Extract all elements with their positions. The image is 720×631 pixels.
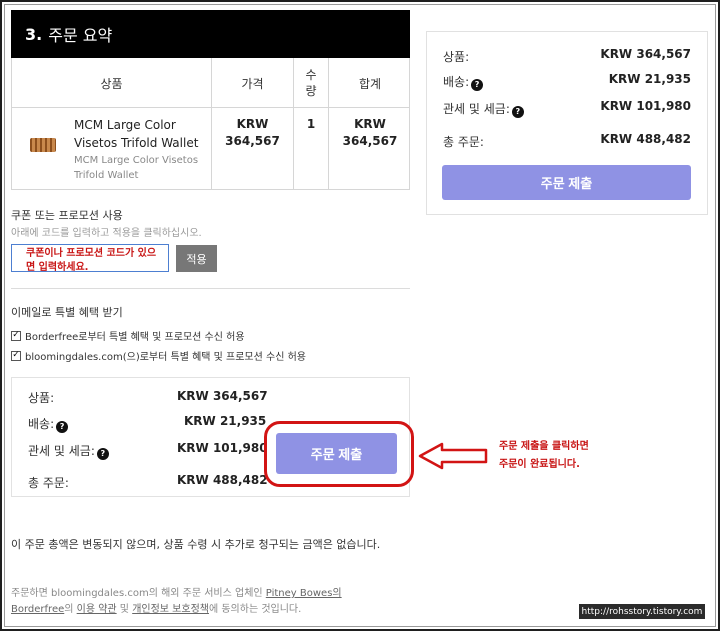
- bloomingdales-optin-label: bloomingdales.com(으)로부터 특별 혜택 및 프로모션 수신 …: [25, 352, 306, 363]
- checkbox-checked-icon[interactable]: ✓: [11, 350, 21, 361]
- side-shipping-value: KRW 21,935: [608, 72, 691, 86]
- arrow-left-icon: [418, 442, 488, 470]
- pitney-bowes-link[interactable]: Pitney Bowes의: [266, 588, 342, 599]
- side-summary-panel: 상품: KRW 364,567 배송:? KRW 21,935 관세 및 세금:…: [426, 31, 708, 215]
- product-name[interactable]: MCM Large Color Visetos Trifold Wallet: [74, 116, 214, 152]
- duties-label: 관세 및 세금:?: [28, 442, 109, 460]
- divider: [11, 288, 410, 289]
- terms-link[interactable]: 이용 약관: [77, 604, 117, 615]
- shipping-value: KRW 21,935: [184, 414, 267, 428]
- product-total: KRW 364,567: [342, 117, 398, 148]
- section-title: 주문 요약: [48, 26, 113, 45]
- highlight-ring: [264, 421, 414, 487]
- section-number: 3.: [25, 24, 43, 44]
- side-total-value: KRW 488,482: [600, 132, 691, 146]
- watermark: http://rohsstory.tistory.com: [579, 604, 705, 619]
- header-total: 합계: [358, 76, 382, 91]
- legal-text: 주문하면 bloomingdales.com의 해외 주문 서비스 업체인 Pi…: [11, 588, 342, 615]
- coupon-code-input[interactable]: 쿠폰이나 프로모션 코드가 있으면 입력하세요.: [11, 244, 169, 273]
- email-offers-title: 이메일로 특별 혜택 받기: [11, 306, 123, 319]
- borderfree-link[interactable]: Borderfree: [11, 604, 64, 615]
- apply-coupon-button[interactable]: 적용: [176, 245, 217, 272]
- help-icon[interactable]: ?: [96, 447, 109, 460]
- total-label: 총 주문:: [28, 476, 69, 490]
- borderfree-optin-label: Borderfree로부터 특별 혜택 및 프로모션 수신 허용: [25, 332, 245, 343]
- header-product: 상품: [100, 76, 123, 91]
- header-price: 가격: [241, 76, 264, 91]
- side-duties-value: KRW 101,980: [600, 99, 691, 113]
- total-note: 이 주문 총액은 변동되지 않으며, 상품 수령 시 추가로 청구되는 금액은 …: [11, 538, 381, 551]
- help-icon[interactable]: ?: [511, 105, 524, 118]
- borderfree-optin[interactable]: ✓ Borderfree로부터 특별 혜택 및 프로모션 수신 허용: [11, 328, 245, 343]
- shipping-label: 배송:?: [28, 415, 69, 433]
- side-shipping-label: 배송:?: [443, 73, 484, 91]
- coupon-title: 쿠폰 또는 프로모션 사용: [11, 209, 123, 222]
- side-items-label: 상품:: [443, 50, 470, 64]
- product-qty: 1: [306, 117, 316, 131]
- help-icon[interactable]: ?: [471, 78, 484, 91]
- header-qty: 수량: [305, 68, 317, 98]
- side-submit-order-button[interactable]: 주문 제출: [442, 165, 691, 200]
- product-price: KRW 364,567: [225, 117, 280, 148]
- help-icon[interactable]: ?: [56, 420, 69, 433]
- total-value: KRW 488,482: [177, 473, 268, 487]
- bloomingdales-optin[interactable]: ✓ bloomingdales.com(으)로부터 특별 혜택 및 프로모션 수…: [11, 348, 306, 363]
- product-table: 상품 가격 수량 합계 MCM Large Color Visetos Trif…: [11, 58, 410, 190]
- checkbox-checked-icon[interactable]: ✓: [11, 330, 21, 341]
- annotation-text: 주문 제출을 클릭하면 주문이 완료됩니다.: [499, 441, 589, 470]
- duties-value: KRW 101,980: [177, 441, 268, 455]
- side-duties-label: 관세 및 세금:?: [443, 100, 524, 118]
- side-items-value: KRW 364,567: [600, 47, 691, 61]
- section-header: 3. 주문 요약: [11, 10, 410, 58]
- privacy-link[interactable]: 개인정보 보호정책: [132, 604, 209, 615]
- product-subtitle: MCM Large Color Visetos Trifold Wallet: [74, 155, 199, 181]
- items-label: 상품:: [28, 391, 55, 405]
- coupon-desc: 아래에 코드를 입력하고 적용을 클릭하십시오.: [11, 228, 202, 239]
- items-value: KRW 364,567: [177, 389, 268, 403]
- side-total-label: 총 주문:: [443, 135, 484, 149]
- product-thumbnail[interactable]: [30, 138, 56, 152]
